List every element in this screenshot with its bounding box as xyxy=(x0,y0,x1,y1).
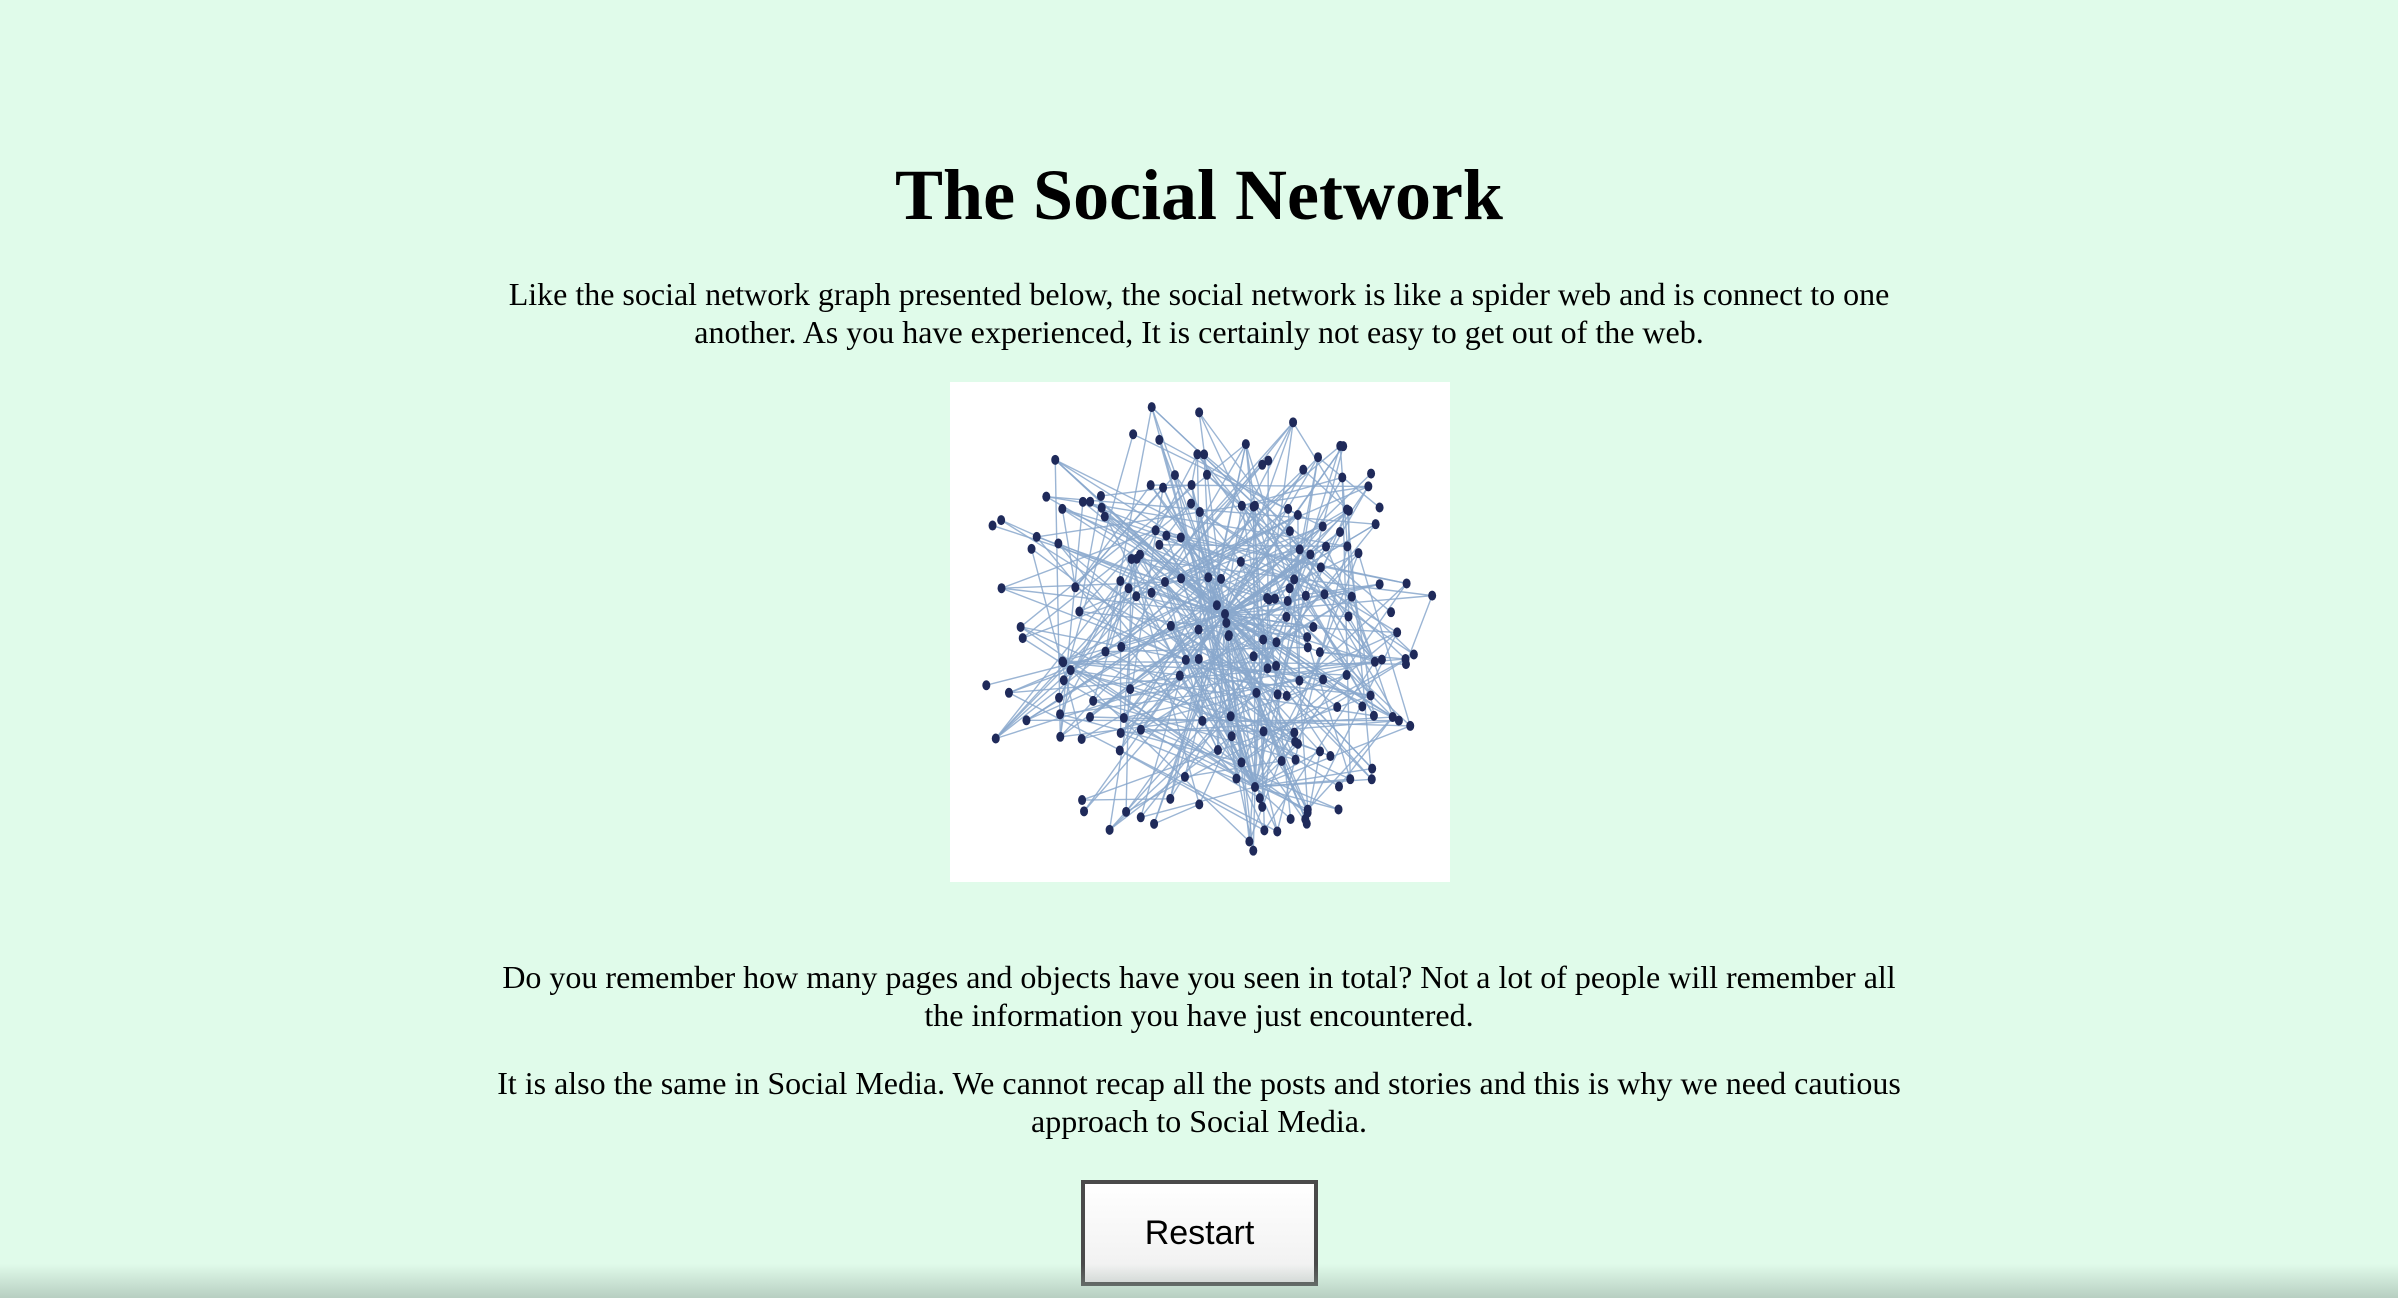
page-title: The Social Network xyxy=(895,155,1503,235)
network-graph-illustration xyxy=(982,402,1437,856)
page: The Social Network Like the social netwo… xyxy=(0,0,2398,1298)
social-network-graph-image xyxy=(950,382,1450,882)
question-paragraph: Do you remember how many pages and objec… xyxy=(502,959,1896,1033)
restart-button[interactable]: Restart xyxy=(1081,1180,1318,1286)
intro-paragraph: Like the social network graph presented … xyxy=(508,276,1890,350)
conclusion-paragraph: It is also the same in Social Media. We … xyxy=(497,1065,1901,1139)
